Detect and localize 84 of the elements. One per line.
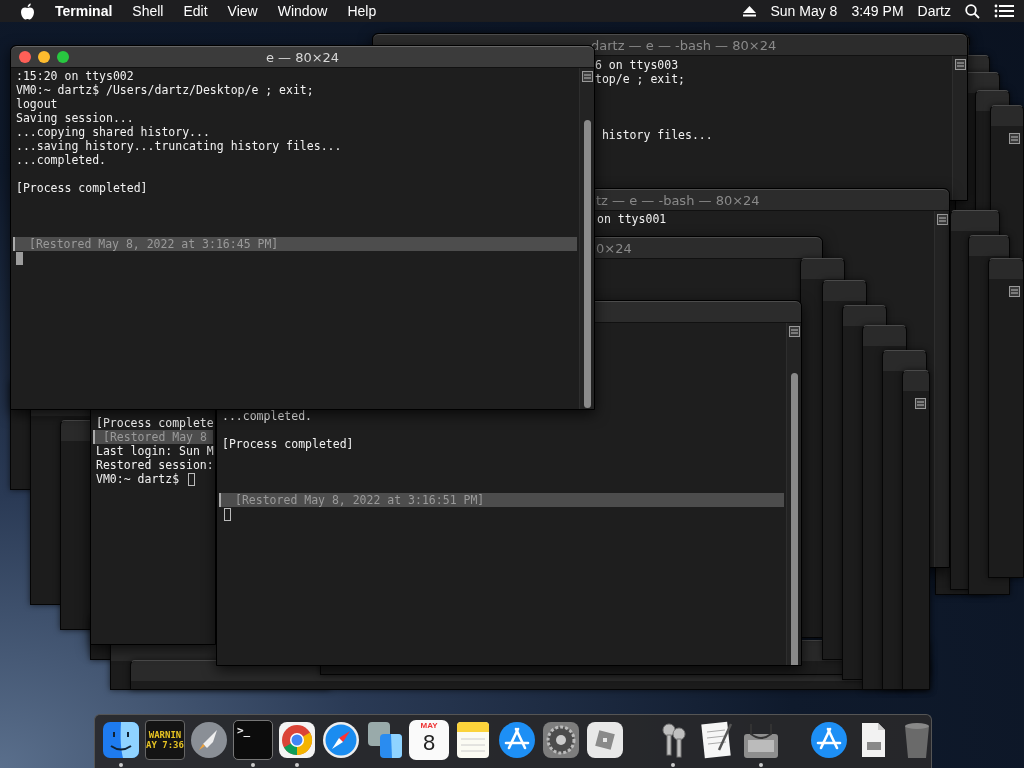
restored-session-banner: [Restored May 8 xyxy=(93,430,213,444)
dock-app-button[interactable] xyxy=(541,720,581,760)
split-pane-icon[interactable] xyxy=(915,398,926,409)
gear-icon xyxy=(541,720,581,760)
rocket-icon xyxy=(189,720,229,760)
dock-app-button[interactable] xyxy=(189,720,229,760)
shell-prompt: VM0:~ dartz$ xyxy=(96,472,181,486)
terminal-output: ...saving history...truncating history files... xyxy=(16,139,342,153)
scroll-bar[interactable] xyxy=(579,68,594,409)
scroll-thumb[interactable] xyxy=(791,373,798,665)
split-pane-icon[interactable] xyxy=(936,214,948,225)
window-title: dartz — e — -bash — 80×24 xyxy=(591,37,777,53)
menu-clock[interactable]: 3:49 PM xyxy=(851,3,904,19)
split-pane-icon[interactable] xyxy=(581,71,593,82)
window-title: 0×24 xyxy=(596,240,632,256)
text-cursor xyxy=(16,251,23,265)
title-bar xyxy=(989,259,1023,279)
scroll-bar[interactable] xyxy=(952,56,967,200)
scroll-thumb[interactable] xyxy=(584,120,591,408)
text-cursor xyxy=(224,507,231,521)
text-cursor xyxy=(188,472,195,486)
terminal-output: ...copying shared history... xyxy=(16,125,210,139)
eject-icon[interactable] xyxy=(743,5,757,17)
list-menu-icon[interactable] xyxy=(994,4,1014,18)
split-pane-icon[interactable] xyxy=(954,59,966,70)
terminal-output: logout xyxy=(16,97,58,111)
terminal-output: ...completed. xyxy=(16,153,106,167)
apple-logo-icon[interactable] xyxy=(20,2,35,20)
dock-app-button[interactable] xyxy=(321,720,361,760)
window-title: e — 80×24 xyxy=(265,49,340,65)
terminal-output: [Process completed] xyxy=(222,437,354,451)
log-viewer-button[interactable]: WARNIN AY 7:36 xyxy=(145,720,185,760)
terminal-output: [Process complete xyxy=(96,416,214,430)
menu-item[interactable]: View xyxy=(227,3,258,19)
title-bar xyxy=(991,106,1023,126)
dock-app-button[interactable] xyxy=(497,720,537,760)
scroll-bar[interactable] xyxy=(934,211,949,567)
user-name[interactable]: Dartz xyxy=(917,3,951,19)
dock-app-button[interactable] xyxy=(365,720,405,760)
menu-item[interactable]: Help xyxy=(347,3,377,19)
app-store-icon xyxy=(809,720,849,760)
dock-app-button[interactable] xyxy=(809,720,849,760)
title-bar xyxy=(843,306,886,326)
dock-app-button[interactable] xyxy=(277,720,317,760)
title-bar xyxy=(969,236,1009,256)
terminal-output: history files... xyxy=(601,128,713,142)
restored-session-banner: [Restored May 8, 2022 at 3:16:51 PM] xyxy=(219,493,784,507)
menu-item[interactable]: Edit xyxy=(183,3,208,19)
title-bar xyxy=(863,326,906,346)
terminal-button[interactable]: >_ xyxy=(233,720,273,760)
search-icon[interactable] xyxy=(965,3,980,19)
split-pane-icon[interactable] xyxy=(1009,286,1020,297)
calendar-button[interactable]: MAY 8 xyxy=(409,720,449,760)
terminal-output: 6 on ttys003 xyxy=(595,58,679,72)
terminal-output: top/e ; exit; xyxy=(595,72,685,86)
terminal-output: on ttys001 xyxy=(597,212,667,226)
menu-item[interactable]: Window xyxy=(277,3,328,19)
dock-app-button[interactable] xyxy=(585,720,625,760)
menu-item[interactable]: Shell xyxy=(132,3,164,19)
app-menu[interactable]: Terminal xyxy=(55,3,113,19)
terminal-output: :15:20 on ttys002 xyxy=(16,69,134,83)
compass-icon xyxy=(321,720,361,760)
terminal-output: VM0:~ dartz$ /Users/dartz/Desktop/e ; exit; xyxy=(16,83,314,97)
split-pane-icon[interactable] xyxy=(788,326,800,337)
title-bar xyxy=(823,281,866,301)
app-store-icon xyxy=(497,720,537,760)
smiling-face-icon xyxy=(101,720,141,760)
terminal-output: Saving session... xyxy=(16,111,134,125)
terminal-output: ...completed. xyxy=(222,409,312,423)
restored-session-banner: [Restored May 8, 2022 at 3:16:45 PM] xyxy=(13,237,577,251)
terminal-output: [Process completed] xyxy=(16,181,148,195)
square-logo-icon xyxy=(585,720,625,760)
two-faces-icon xyxy=(365,720,405,760)
dock-app-button[interactable] xyxy=(101,720,141,760)
window-title: tz — e — -bash — 80×24 xyxy=(596,192,760,208)
terminal-output: Last login: Sun M xyxy=(96,444,214,458)
scroll-bar[interactable] xyxy=(786,323,801,665)
terminal-output: Restored session: xyxy=(96,458,214,472)
close-button[interactable] xyxy=(19,51,31,63)
split-pane-icon[interactable] xyxy=(1009,133,1020,144)
circle-logo-icon xyxy=(277,720,317,760)
minimize-button[interactable] xyxy=(38,51,50,63)
zoom-button[interactable] xyxy=(57,51,69,63)
menu-date[interactable]: Sun May 8 xyxy=(770,3,838,19)
